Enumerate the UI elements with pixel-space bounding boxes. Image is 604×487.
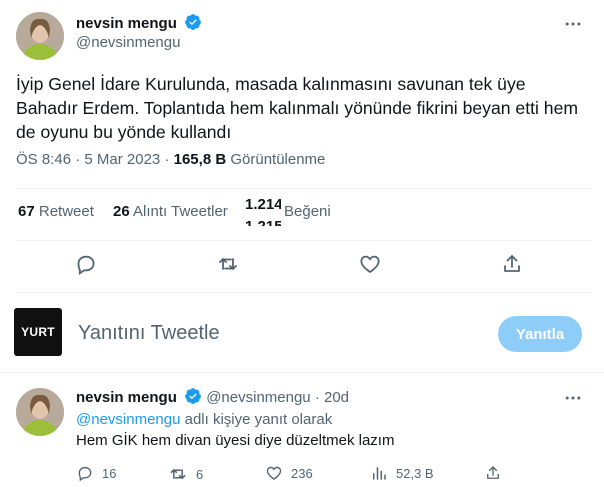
- author-handle[interactable]: @nevsinmengu: [76, 34, 180, 51]
- reply-like-action[interactable]: 236: [265, 464, 313, 482]
- reply-like-count: 236: [291, 465, 313, 481]
- reply-age[interactable]: · 20d: [315, 389, 349, 406]
- reply-more-options-icon[interactable]: [563, 388, 583, 408]
- like-count-rolling[interactable]: 1.214 1.215: [245, 194, 281, 226]
- author-name[interactable]: nevsin mengu: [76, 15, 177, 32]
- author-avatar[interactable]: [16, 12, 64, 60]
- reply-author-avatar[interactable]: [16, 388, 64, 436]
- tweet-text: İyip Genel İdare Kurulunda, masada kalın…: [16, 74, 579, 142]
- reply-tweet-text: Hem GİK hem divan üyesi diye düzeltmek l…: [76, 432, 395, 449]
- tweet-meta: ÖS 8:46 · 5 Mar 2023 · 165,8 B Görüntüle…: [16, 151, 326, 168]
- reply-reply-count: 16: [102, 465, 117, 481]
- retweet-stat[interactable]: 67 Retweet: [18, 203, 94, 220]
- replying-to-handle[interactable]: @nevsinmengu: [76, 411, 180, 428]
- divider: [16, 188, 592, 189]
- reply-share-action[interactable]: [484, 464, 510, 482]
- like-stat[interactable]: Beğeni: [284, 203, 331, 220]
- view-count: 165,8 B: [173, 151, 227, 168]
- retweet-icon[interactable]: [216, 252, 240, 276]
- reply-retweet-action[interactable]: 6: [168, 464, 203, 484]
- share-icon[interactable]: [500, 252, 524, 276]
- quote-label: Alıntı Tweetler: [133, 203, 228, 220]
- divider: [16, 240, 592, 241]
- view-label: Görüntülenme: [230, 151, 326, 168]
- analytics-icon: [373, 467, 386, 480]
- quote-count: 26: [113, 203, 130, 220]
- like-label: Beğeni: [284, 203, 331, 220]
- reply-view-count: 52,3 B: [396, 465, 434, 481]
- tweet-time[interactable]: ÖS 8:46: [16, 151, 71, 168]
- reply-retweet-count: 6: [196, 466, 204, 482]
- reply-icon[interactable]: [74, 252, 98, 276]
- share-icon: [487, 466, 499, 479]
- verified-badge-icon: [184, 13, 202, 36]
- divider: [0, 372, 604, 373]
- quote-stat[interactable]: 26 Alıntı Tweetler: [113, 203, 228, 220]
- reply-author-row: nevsin mengu @nevsinmengu · 20d: [76, 387, 349, 409]
- like-icon[interactable]: [358, 252, 382, 276]
- reply-author-name[interactable]: nevsin mengu: [76, 389, 177, 406]
- compose-avatar[interactable]: YURT: [14, 308, 62, 356]
- reply-icon: [78, 466, 92, 482]
- retweet-count: 67: [18, 203, 35, 220]
- reply-reply-action[interactable]: 16: [76, 464, 116, 482]
- retweet-icon: [170, 469, 186, 479]
- compose-avatar-logo: YURT: [21, 325, 55, 339]
- replying-to-label: adlı kişiye yanıt olarak: [180, 411, 333, 428]
- more-options-icon[interactable]: [563, 14, 583, 34]
- verified-badge-icon: [184, 387, 202, 409]
- reply-submit-button[interactable]: Yanıtla: [498, 316, 582, 352]
- like-icon: [266, 466, 282, 480]
- reply-views-action[interactable]: 52,3 B: [370, 464, 434, 482]
- like-count-new: 1.215: [245, 216, 281, 226]
- reply-author-handle[interactable]: @nevsinmengu: [206, 389, 310, 406]
- retweet-label: Retweet: [38, 203, 94, 220]
- tweet-date[interactable]: 5 Mar 2023: [84, 151, 160, 168]
- like-count-old: 1.214: [245, 196, 281, 213]
- compose-input[interactable]: Yanıtını Tweetle: [78, 322, 220, 345]
- divider: [16, 292, 592, 293]
- author-name-row: nevsin mengu: [76, 13, 202, 36]
- replying-to: @nevsinmengu adlı kişiye yanıt olarak: [76, 411, 332, 428]
